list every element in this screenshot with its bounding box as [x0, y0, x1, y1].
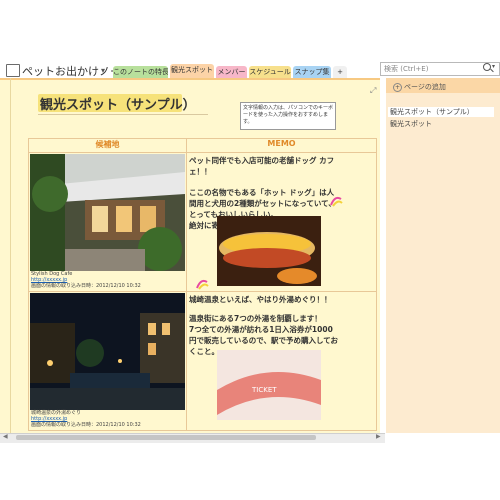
tab-label: スナップ集 — [294, 68, 330, 76]
spots-table: 候補地 MEMO Stylish Dog Cafe http://xxxxx.j… — [28, 138, 377, 431]
add-page-button[interactable]: + ページの追加 — [393, 82, 446, 92]
page-item[interactable]: 観光スポット（サンプル） — [388, 107, 494, 117]
tab-sightseeing[interactable]: 観光スポット — [170, 64, 214, 78]
scroll-left-icon[interactable]: ◀ — [3, 433, 8, 440]
capture-date: 画面の情報の取り込み日時：2012/12/10 10:32 — [31, 283, 141, 289]
tab-schedule[interactable]: スケジュール — [249, 66, 291, 78]
add-section-icon: + — [337, 68, 343, 76]
expand-icon[interactable]: ⤢ — [370, 86, 376, 96]
margin-line — [10, 78, 11, 433]
table-header-candidate: 候補地 — [28, 138, 187, 153]
candidate-cell[interactable]: Stylish Dog Cafe http://xxxxx.jp 画面の情報の取… — [28, 152, 187, 292]
input-tip-note[interactable]: 文字情報の入力は、パソコンでのキーボードを使った入力操作をおすすめします。 — [240, 102, 336, 130]
search-input[interactable]: 検索 (Ctrl+E) — [380, 62, 500, 76]
hotdog-photo[interactable] — [217, 216, 321, 286]
capture-date: 画面の情報の取り込み日時：2012/12/10 10:32 — [31, 422, 141, 428]
tab-label: 観光スポット — [171, 66, 213, 74]
add-page-icon: + — [393, 82, 402, 92]
tab-members[interactable]: メンバー — [216, 66, 247, 78]
table-row: 城崎温泉の外湯めぐり http://xxxxx.jp 画面の情報の取り込み日時：… — [28, 291, 377, 431]
decor-swirl-icon — [196, 279, 209, 290]
table-row: Stylish Dog Cafe http://xxxxx.jp 画面の情報の取… — [28, 152, 377, 292]
candidate-cell[interactable]: 城崎温泉の外湯めぐり http://xxxxx.jp 画面の情報の取り込み日時：… — [28, 291, 187, 431]
notebook-icon[interactable] — [6, 64, 20, 77]
page-list-pane — [386, 78, 500, 433]
bath-ticket-photo[interactable]: TICKET — [217, 350, 321, 420]
memo-line: 温泉街にある7つの外湯を制覇します！ — [189, 314, 322, 323]
tab-add[interactable]: + — [333, 66, 347, 78]
scrollbar-thumb[interactable] — [16, 435, 316, 440]
memo-text[interactable]: 城崎温泉といえば、やはり外湯めぐり！！ 温泉街にある7つの外湯を制覇します！ 7… — [189, 294, 339, 357]
table-header-memo: MEMO — [186, 138, 377, 153]
onsen-street-photo[interactable] — [30, 293, 185, 410]
decor-swirl-icon — [330, 196, 343, 207]
title-underline — [38, 114, 208, 115]
page-title[interactable]: 観光スポット（サンプル） — [40, 94, 196, 113]
page-item[interactable]: 観光スポット — [390, 119, 432, 129]
chevron-down-icon[interactable]: ▾ — [101, 66, 105, 75]
add-page-label: ページの追加 — [404, 83, 446, 91]
memo-cell[interactable]: 城崎温泉といえば、やはり外湯めぐり！！ 温泉街にある7つの外湯を制覇します！ 7… — [186, 291, 377, 431]
svg-text:TICKET: TICKET — [251, 386, 277, 394]
tab-label: メンバー — [217, 68, 246, 76]
memo-cell[interactable]: ペット同伴でも入店可能の老舗ドッグ カフェ！！ ここの名物でもある「ホット ドッ… — [186, 152, 377, 292]
tab-snapshots[interactable]: スナップ集 — [293, 66, 331, 78]
search-scope-chevron-icon[interactable]: ▾ — [492, 63, 495, 70]
search-icon[interactable] — [483, 63, 491, 71]
dog-cafe-photo[interactable] — [30, 154, 185, 271]
tab-label: スケジュール — [249, 68, 291, 76]
scroll-right-icon[interactable]: ▶ — [376, 433, 381, 440]
memo-line: 城崎温泉といえば、やはり外湯めぐり！！ — [189, 295, 332, 304]
tab-features[interactable]: このノートの特長 — [113, 66, 168, 78]
memo-line: ペット同伴でも入店可能の老舗ドッグ カフェ！！ — [189, 156, 335, 176]
tab-label: このノートの特長 — [113, 68, 168, 76]
